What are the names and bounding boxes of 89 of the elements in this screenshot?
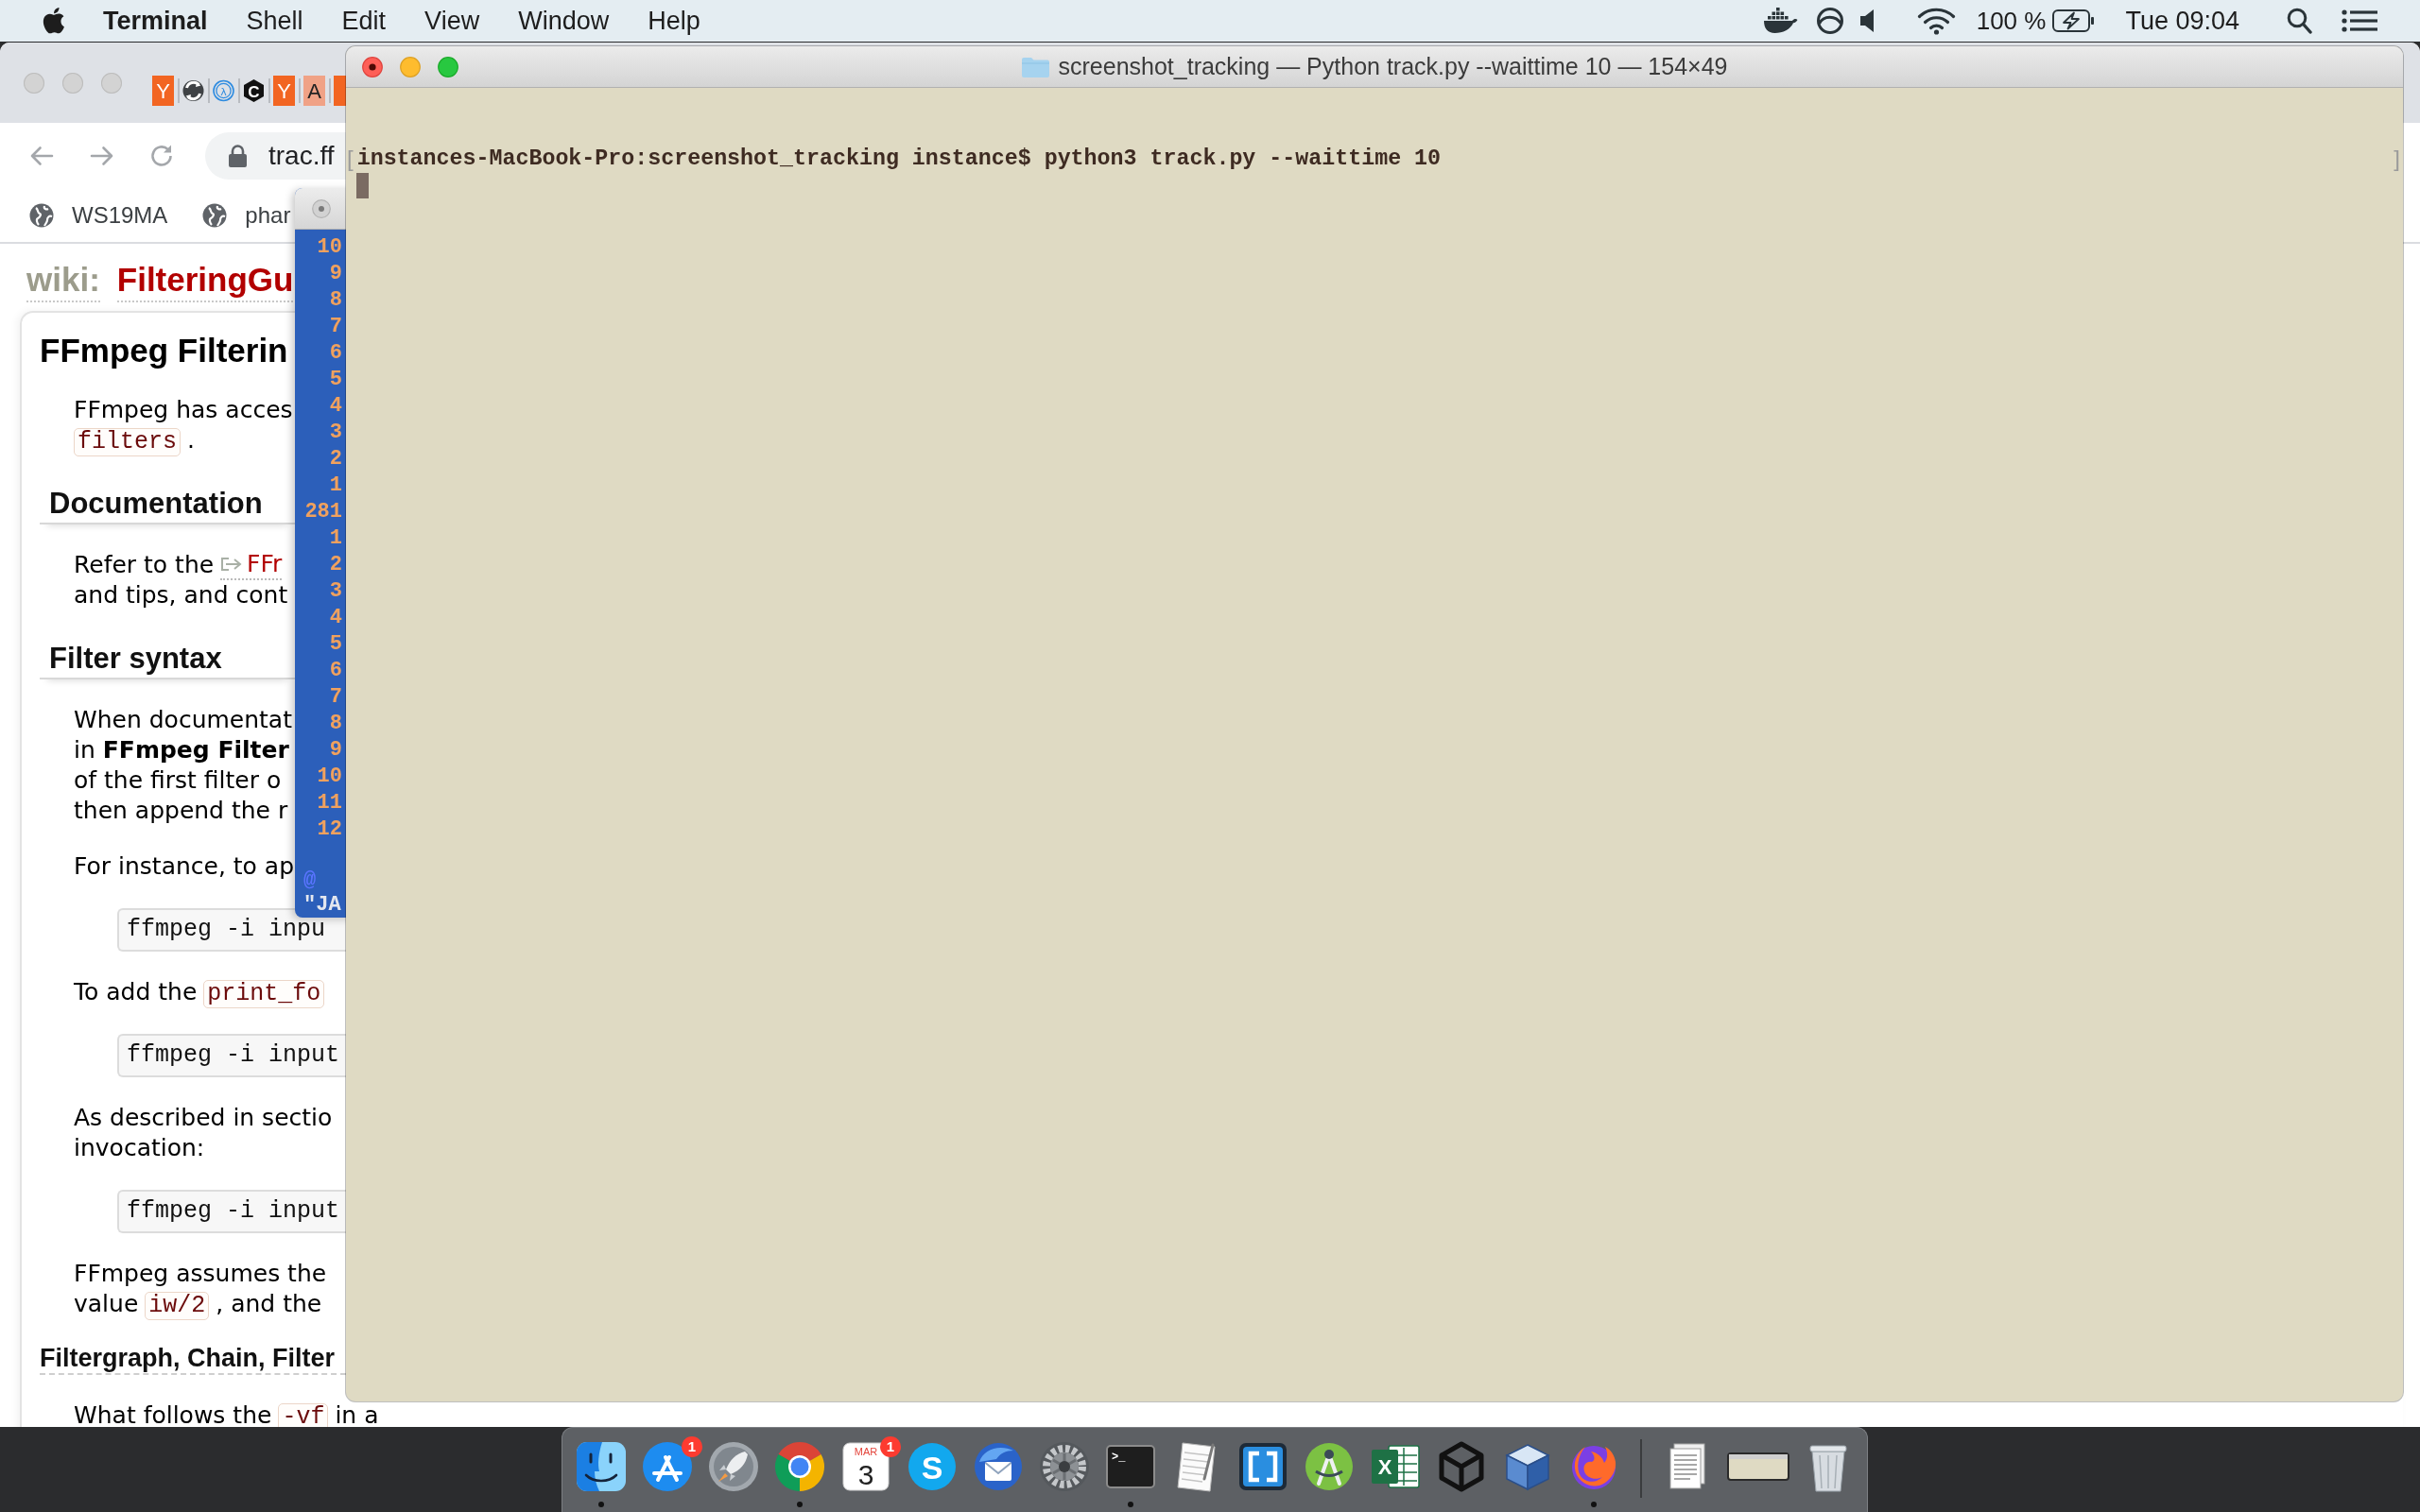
line-number: 5 (329, 631, 342, 658)
line-number: 11 (317, 790, 342, 816)
menu-item[interactable]: Window (518, 6, 610, 36)
bookmark[interactable]: WS19MA (29, 202, 168, 229)
menu-item[interactable]: Help (648, 6, 700, 36)
inline-code: print_fo (203, 980, 325, 1008)
paragraph-text: Refer to the (74, 551, 215, 578)
section-heading: Documentation (49, 487, 263, 520)
line-number: 7 (329, 314, 342, 340)
paragraph: As described in sectio invocation: (74, 1103, 333, 1163)
wifi-icon[interactable] (1916, 7, 1956, 35)
line-mark: ] (2394, 146, 2400, 172)
paragraph-text: and tips, and cont (74, 581, 288, 609)
paragraph: For instance, to ap (74, 851, 295, 882)
line-number: 12 (317, 816, 342, 843)
line-mark: [ (347, 146, 354, 172)
letter-tile-icon[interactable]: A (303, 76, 325, 106)
search-icon[interactable] (2287, 8, 2312, 34)
line-number: 3 (329, 420, 342, 446)
notification-badge: 1 (880, 1436, 901, 1457)
menu-item[interactable]: View (424, 6, 480, 36)
paragraph-text: FFmpeg assumes the (74, 1260, 327, 1287)
a-shape-circle-icon[interactable] (640, 1439, 695, 1494)
gear-icon[interactable] (1037, 1439, 1092, 1494)
line-number: 10 (317, 764, 342, 790)
line-number: 3 (329, 578, 342, 605)
page-title: FFmpeg Filterin (40, 332, 288, 369)
paragraph-text: in a (335, 1401, 379, 1427)
paragraph-text: What follows the (74, 1401, 272, 1427)
paragraph-text: To add the (74, 978, 198, 1005)
circle-arc-icon[interactable] (1815, 7, 1844, 35)
line-number: 281 (304, 499, 342, 525)
line-number: 1 (329, 472, 342, 499)
battery-percentage[interactable]: 100 % (1976, 6, 2047, 36)
section-heading: Filter syntax (49, 642, 222, 675)
line-number: 6 (329, 658, 342, 684)
window-thumbnail-icon[interactable] (1727, 1452, 1789, 1481)
menu-item[interactable]: Edit (341, 6, 387, 36)
line-number: 1 (329, 525, 342, 552)
line-number: 7 (329, 684, 342, 711)
line-number: 2 (329, 552, 342, 578)
paragraph-text: value (74, 1290, 139, 1317)
segmented-circle-icon[interactable] (772, 1439, 827, 1494)
inline-code: iw/2 (145, 1292, 210, 1320)
rocket-icon[interactable] (706, 1439, 761, 1494)
code-block: ffmpeg -i input (117, 1034, 346, 1077)
line-number: 8 (329, 287, 342, 314)
external-link[interactable]: FFr (220, 550, 283, 580)
paragraph-text: , and the (216, 1290, 322, 1317)
arrow-icon (220, 557, 244, 572)
lock-icon (229, 145, 247, 167)
line-number: 9 (329, 737, 342, 764)
split-face-icon[interactable] (574, 1439, 629, 1494)
subsection-heading: Filtergraph, Chain, Filter (40, 1344, 336, 1372)
tile-icon[interactable] (334, 76, 346, 106)
terminal-text: instances-MacBook-Pro:screenshot_tracking instance$ python3 track.py --waittime 10 (356, 146, 1442, 172)
battery-charging-icon[interactable] (2052, 9, 2096, 32)
clock[interactable]: Tue 09:04 (2125, 6, 2239, 36)
menu-item[interactable]: Shell (246, 6, 303, 36)
line-number: 4 (329, 605, 342, 631)
line-number: 4 (329, 393, 342, 420)
list-icon[interactable] (2342, 9, 2377, 32)
line-number: 2 (329, 446, 342, 472)
inline-code: -vf (278, 1403, 329, 1427)
folder-icon (1021, 56, 1049, 77)
window-title: screenshot_tracking — Python track.py --waittime 10 — 154×49 (1058, 53, 1728, 80)
globe-icon (202, 203, 228, 228)
menu-item[interactable]: Terminal (103, 6, 208, 36)
globe-icon (29, 203, 54, 228)
apple-icon[interactable] (41, 7, 65, 35)
paragraph-text: FFmpeg has acces (74, 396, 293, 423)
close-button[interactable] (362, 56, 383, 77)
line-number: 10 (317, 234, 342, 261)
text-cursor (356, 173, 369, 198)
line-number: 6 (329, 340, 342, 367)
whale-icon[interactable] (1762, 8, 1798, 34)
inline-code: filters (74, 428, 182, 456)
speaker-icon[interactable] (1859, 9, 1876, 32)
paragraph: When documentat in FFmpeg Filter of the first filter o then append the r (74, 705, 292, 826)
notification-badge: 1 (682, 1436, 702, 1457)
line-number: 5 (329, 367, 342, 393)
line-number: 9 (329, 261, 342, 287)
page-name-link[interactable]: FilteringGu (116, 261, 294, 302)
paragraph-text: . (187, 426, 195, 454)
code-block: ffmpeg -i input (117, 1190, 346, 1233)
overflow-marker: @ (303, 868, 317, 894)
address-field[interactable]: trac.ff (205, 132, 346, 180)
bookmark[interactable]: phar (202, 202, 291, 229)
line-number: 8 (329, 711, 342, 737)
